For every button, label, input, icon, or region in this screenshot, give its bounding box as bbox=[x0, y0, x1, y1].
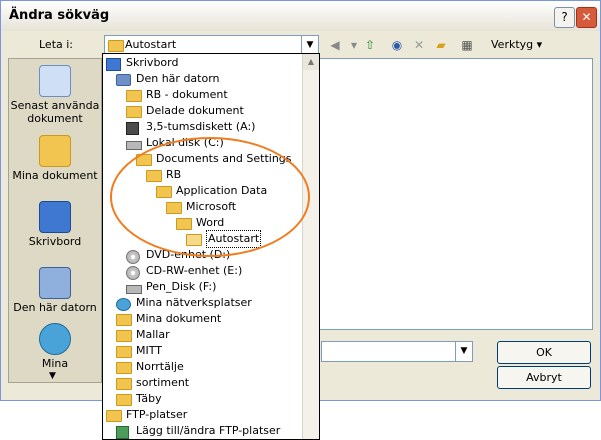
scroll-down-arrow[interactable]: ▼ bbox=[49, 371, 56, 381]
place-network[interactable]: Mina bbox=[9, 323, 101, 370]
folder-icon bbox=[116, 330, 132, 342]
folder-icon bbox=[116, 378, 132, 390]
close-button[interactable]: ✕ bbox=[576, 7, 597, 28]
network-icon bbox=[116, 298, 131, 311]
drive-icon bbox=[126, 141, 142, 150]
places-bar: Senast använda dokument Mina dokument Sk… bbox=[8, 58, 102, 383]
tools-menu[interactable]: Verktyg ▾ bbox=[491, 38, 542, 51]
ftp-icon bbox=[116, 426, 129, 439]
look-in-value: Autostart bbox=[125, 38, 177, 51]
floppy-icon bbox=[126, 122, 139, 135]
place-label: Skrivbord bbox=[28, 235, 82, 248]
place-label: Den här datorn bbox=[13, 301, 97, 314]
folder-icon bbox=[108, 40, 124, 52]
folder-icon bbox=[126, 106, 142, 118]
cd-icon bbox=[126, 266, 140, 280]
folder-icon bbox=[116, 314, 132, 326]
highlight-ellipse bbox=[110, 137, 310, 257]
recent-docs-icon bbox=[39, 65, 71, 97]
ok-button[interactable]: OK bbox=[497, 341, 591, 364]
file-name-combo[interactable]: ▼ bbox=[321, 341, 473, 362]
desktop-icon bbox=[106, 58, 121, 71]
place-label: Mina dokument bbox=[12, 169, 98, 182]
forward-dropdown-icon[interactable]: ▾ bbox=[346, 37, 362, 53]
cd-icon bbox=[126, 250, 140, 264]
folder-icon bbox=[116, 346, 132, 358]
drive-icon bbox=[126, 285, 142, 294]
help-button[interactable]: ? bbox=[554, 7, 575, 28]
place-label: Senast använda dokument bbox=[10, 99, 100, 125]
dropdown-scrollbar[interactable]: ▲ bbox=[302, 54, 319, 439]
dialog-title: Ändra sökväg bbox=[9, 8, 110, 23]
place-recent[interactable]: Senast använda dokument bbox=[9, 65, 101, 125]
new-folder-icon[interactable]: ▰ bbox=[433, 37, 449, 53]
views-icon[interactable]: ▦ bbox=[459, 37, 475, 53]
scroll-up-arrow[interactable]: ▲ bbox=[303, 54, 319, 70]
back-icon[interactable]: ◀ bbox=[327, 37, 343, 53]
my-documents-icon bbox=[39, 135, 71, 167]
desktop-icon bbox=[39, 201, 71, 233]
search-web-icon[interactable]: ◉ bbox=[389, 37, 405, 53]
place-my-documents[interactable]: Mina dokument bbox=[9, 135, 101, 182]
chevron-down-icon[interactable]: ▼ bbox=[455, 342, 472, 361]
cancel-button[interactable]: Avbryt bbox=[497, 366, 591, 389]
place-label: Mina bbox=[41, 357, 69, 370]
place-my-computer[interactable]: Den här datorn bbox=[9, 267, 101, 314]
folder-icon bbox=[116, 394, 132, 406]
title-bar: Ändra sökväg ? ✕ bbox=[1, 1, 600, 31]
computer-icon bbox=[116, 74, 131, 86]
place-desktop[interactable]: Skrivbord bbox=[9, 201, 101, 248]
delete-icon[interactable]: ✕ bbox=[411, 37, 427, 53]
up-folder-icon[interactable]: ⇧ bbox=[362, 37, 378, 53]
network-places-icon bbox=[39, 323, 71, 355]
folder-icon bbox=[126, 90, 142, 102]
folder-icon bbox=[116, 362, 132, 374]
my-computer-icon bbox=[39, 267, 71, 299]
folder-icon bbox=[106, 410, 122, 422]
look-in-label: Leta i: bbox=[39, 38, 74, 51]
